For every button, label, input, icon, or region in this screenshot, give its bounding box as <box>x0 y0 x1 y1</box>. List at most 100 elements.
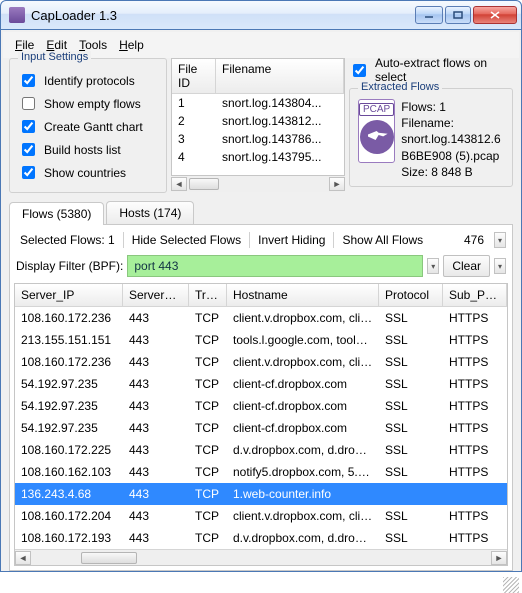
pcap-info: Flows: 1 Filename: snort.log.143812.6B6B… <box>401 99 504 180</box>
cell-sub-protocol: HTTPS <box>443 373 507 395</box>
grid-scroll-left-icon[interactable]: ◄ <box>15 551 31 565</box>
clear-filter-button[interactable]: Clear <box>443 255 490 277</box>
identify-protocols-checkbox[interactable] <box>22 74 35 87</box>
cell-port: 443 <box>123 373 189 395</box>
flow-row[interactable]: 136.243.4.68443TCP1.web-counter.info <box>15 483 507 505</box>
file-id-cell: 2 <box>172 112 216 130</box>
extract-panel: Auto-extract flows on select Extracted F… <box>349 58 513 193</box>
filter-overflow-icon[interactable]: ▾ <box>494 258 506 274</box>
file-row[interactable]: 1snort.log.143804... <box>172 94 344 112</box>
hide-selected-button[interactable]: Hide Selected Flows <box>128 231 245 249</box>
file-row[interactable]: 3snort.log.143786... <box>172 130 344 148</box>
cell-sub-protocol: HTTPS <box>443 461 507 483</box>
flow-row[interactable]: 54.192.97.235443TCPclient-cf.dropbox.com… <box>15 417 507 439</box>
flow-row[interactable]: 213.155.151.151443TCPtools.l.google.com,… <box>15 329 507 351</box>
cell-sub-protocol: HTTPS <box>443 351 507 373</box>
scroll-right-icon[interactable]: ► <box>329 177 345 191</box>
col-server-port[interactable]: Server_Port <box>123 284 189 306</box>
cell-protocol: SSL <box>379 351 443 373</box>
app-icon <box>9 7 25 23</box>
cell-hostname: tools.l.google.com, tools.g... <box>227 329 379 351</box>
flow-row[interactable]: 108.160.172.225443TCPd.v.dropbox.com, d.… <box>15 439 507 461</box>
cell-transport: TCP <box>189 417 227 439</box>
cell-transport: TCP <box>189 505 227 527</box>
cell-protocol: SSL <box>379 373 443 395</box>
cell-port: 443 <box>123 461 189 483</box>
tab-hosts[interactable]: Hosts (174) <box>106 201 194 224</box>
cell-transport: TCP <box>189 483 227 505</box>
file-id-header[interactable]: File ID <box>172 59 216 93</box>
cell-protocol: SSL <box>379 395 443 417</box>
col-server-ip[interactable]: Server_IP <box>15 284 123 306</box>
cell-protocol: SSL <box>379 417 443 439</box>
cell-transport: TCP <box>189 307 227 329</box>
filename-cell: snort.log.143804... <box>216 94 344 112</box>
identify-protocols-label: Identify protocols <box>44 74 135 88</box>
tab-flows[interactable]: Flows (5380) <box>9 202 104 225</box>
build-hosts-checkbox[interactable] <box>22 143 35 156</box>
minimize-button[interactable] <box>415 6 443 24</box>
flowbar-overflow-icon[interactable]: ▾ <box>494 232 506 248</box>
file-list-hscroll[interactable]: ◄ ► <box>171 176 345 192</box>
cell-protocol: SSL <box>379 307 443 329</box>
cell-hostname: notify5.dropbox.com, 5.noti... <box>227 461 379 483</box>
titlebar[interactable]: CapLoader 1.3 <box>0 0 522 30</box>
pcap-file-icon[interactable]: PCAP <box>358 99 395 163</box>
cell-protocol: SSL <box>379 505 443 527</box>
display-filter-input[interactable]: port 443 <box>127 255 423 277</box>
cell-hostname: client-cf.dropbox.com <box>227 373 379 395</box>
maximize-button[interactable] <box>445 6 471 24</box>
cell-transport: TCP <box>189 439 227 461</box>
flow-row[interactable]: 108.160.172.236443TCPclient.v.dropbox.co… <box>15 307 507 329</box>
flow-row[interactable]: 108.160.172.204443TCPclient.v.dropbox.co… <box>15 505 507 527</box>
filename-cell: snort.log.143812... <box>216 112 344 130</box>
build-hosts-label: Build hosts list <box>44 143 121 157</box>
cell-sub-protocol: HTTPS <box>443 307 507 329</box>
cell-ip: 108.160.172.225 <box>15 439 123 461</box>
flow-row[interactable]: 54.192.97.235443TCPclient-cf.dropbox.com… <box>15 395 507 417</box>
col-hostname[interactable]: Hostname <box>227 284 379 306</box>
pcap-filename-label: Filename: <box>401 115 504 131</box>
file-row[interactable]: 2snort.log.143812... <box>172 112 344 130</box>
flow-row[interactable]: 108.160.172.193443TCPd.v.dropbox.com, d.… <box>15 527 507 549</box>
scroll-left-icon[interactable]: ◄ <box>171 177 187 191</box>
filename-header[interactable]: Filename <box>216 59 344 93</box>
cell-protocol: SSL <box>379 461 443 483</box>
flows-grid: Server_IP Server_Port Trans Hostname Pro… <box>14 283 508 566</box>
show-empty-flows-checkbox[interactable] <box>22 97 35 110</box>
show-empty-flows-label: Show empty flows <box>44 97 141 111</box>
grid-scroll-right-icon[interactable]: ► <box>491 551 507 565</box>
menu-help[interactable]: Help <box>115 36 148 54</box>
show-countries-checkbox[interactable] <box>22 166 35 179</box>
flow-row[interactable]: 108.160.162.103443TCPnotify5.dropbox.com… <box>15 461 507 483</box>
col-transport[interactable]: Trans <box>189 284 227 306</box>
file-row[interactable]: 4snort.log.143795... <box>172 148 344 166</box>
cell-ip: 213.155.151.151 <box>15 329 123 351</box>
close-button[interactable] <box>473 6 517 24</box>
flow-row[interactable]: 54.192.97.235443TCPclient-cf.dropbox.com… <box>15 373 507 395</box>
resize-grip-icon[interactable] <box>503 577 519 593</box>
flow-row[interactable]: 108.160.172.236443TCPclient.v.dropbox.co… <box>15 351 507 373</box>
col-protocol[interactable]: Protocol <box>379 284 443 306</box>
col-sub-protocol[interactable]: Sub_Protocol <box>443 284 507 306</box>
cell-hostname: 1.web-counter.info <box>227 483 379 505</box>
cell-hostname: client-cf.dropbox.com <box>227 417 379 439</box>
scroll-thumb[interactable] <box>189 178 219 190</box>
cell-ip: 108.160.172.236 <box>15 307 123 329</box>
file-list: File ID Filename 1snort.log.143804...2sn… <box>171 58 345 193</box>
selected-flows-label: Selected Flows: 1 <box>16 231 119 249</box>
cell-port: 443 <box>123 351 189 373</box>
cell-hostname: d.v.dropbox.com, d.dropbo... <box>227 527 379 549</box>
auto-extract-checkbox[interactable] <box>353 64 366 77</box>
grid-scroll-thumb[interactable] <box>81 552 137 564</box>
cell-protocol: SSL <box>379 439 443 461</box>
grid-hscroll[interactable]: ◄ ► <box>15 549 507 565</box>
create-gantt-checkbox[interactable] <box>22 120 35 133</box>
cell-sub-protocol: HTTPS <box>443 329 507 351</box>
show-all-flows-button[interactable]: Show All Flows <box>338 231 427 249</box>
invert-hiding-button[interactable]: Invert Hiding <box>254 231 329 249</box>
auto-extract-label: Auto-extract flows on select <box>375 56 513 84</box>
filter-dropdown-icon[interactable]: ▾ <box>427 258 439 274</box>
cell-protocol: SSL <box>379 527 443 549</box>
cell-sub-protocol: HTTPS <box>443 527 507 549</box>
